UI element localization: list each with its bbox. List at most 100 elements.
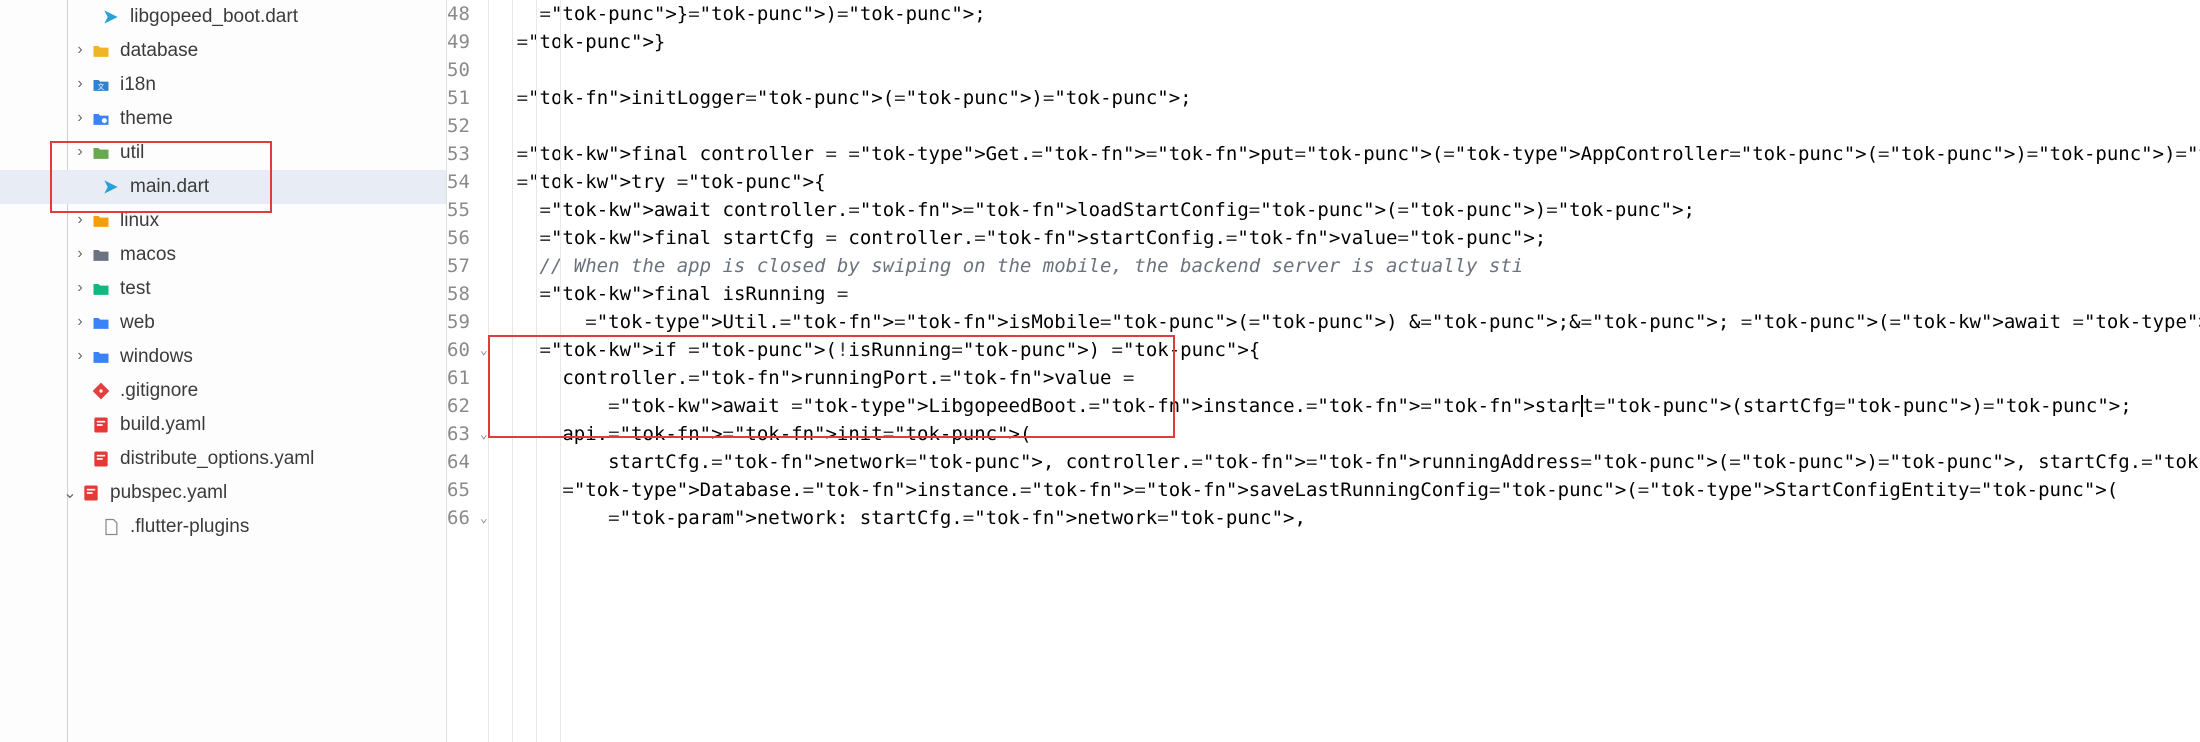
code-line[interactable]: ="tok-punc">}="tok-punc">)="tok-punc">; [488,0,2200,28]
tree-item--flutter-plugins[interactable]: .flutter-plugins [0,510,446,544]
yaml-icon [80,482,102,504]
fold-column[interactable]: ⌄ ⌄ ⌄ [480,0,488,742]
line-number-gutter: 48495051525354555657585960616263646566 [447,0,480,742]
indent-guide [536,0,537,742]
code-line[interactable]: ="tok-type">Database.="tok-fn">instance.… [488,476,2200,504]
code-content[interactable]: ="tok-punc">}="tok-punc">)="tok-punc">; … [488,0,2200,742]
line-number: 61 [447,364,470,392]
fold-toggle [480,280,488,308]
fold-toggle [480,196,488,224]
indent-guide [560,0,561,742]
line-number: 51 [447,84,470,112]
code-line[interactable]: ="tok-kw">if ="tok-punc">(!isRunning="to… [488,336,2200,364]
line-number: 66 [447,504,470,532]
folder-icon-macos [90,244,112,266]
tree-item-label: database [120,40,198,62]
code-line[interactable]: ="tok-fn">initLogger="tok-punc">(="tok-p… [488,84,2200,112]
line-number: 56 [447,224,470,252]
code-line[interactable]: ="tok-punc">} [488,28,2200,56]
yaml-icon [90,448,112,470]
code-line[interactable]: controller.="tok-fn">runningPort.="tok-f… [488,364,2200,392]
tree-item-linux[interactable]: › linux [0,204,446,238]
code-line[interactable]: ="tok-param">network: startCfg.="tok-fn"… [488,504,2200,532]
tree-item-distribute-options-yaml[interactable]: distribute_options.yaml [0,442,446,476]
folder-icon-windows [90,346,112,368]
fold-toggle[interactable]: ⌄ [480,336,488,364]
tree-item-windows[interactable]: ›windows [0,340,446,374]
folder-icon-test [90,278,112,300]
tree-item-i18n[interactable]: ›文i18n [0,68,446,102]
chevron-icon[interactable]: › [70,75,90,93]
tree-item-theme[interactable]: ›theme [0,102,446,136]
fold-toggle [480,476,488,504]
line-number: 59 [447,308,470,336]
folder-icon-theme [90,108,112,130]
line-number: 52 [447,112,470,140]
chevron-icon[interactable]: › [70,143,90,161]
fold-toggle [480,224,488,252]
folder-icon-linux [90,210,112,232]
code-line[interactable]: ="tok-kw">final startCfg = controller.="… [488,224,2200,252]
line-number: 48 [447,0,470,28]
tree-item-main-dart[interactable]: main.dart [0,170,446,204]
tree-item-libgopeed-boot-dart[interactable]: libgopeed_boot.dart [0,0,446,34]
code-line[interactable]: ="tok-kw">await ="tok-type">LibgopeedBoo… [488,392,2200,420]
chevron-icon[interactable]: › [70,41,90,59]
line-number: 58 [447,280,470,308]
line-number: 57 [447,252,470,280]
line-number: 62 [447,392,470,420]
folder-icon-util [90,142,112,164]
code-line[interactable]: ="tok-type">Util.="tok-fn">="tok-fn">isM… [488,308,2200,336]
line-number: 55 [447,196,470,224]
code-line[interactable] [488,112,2200,140]
tree-item-label: linux [120,210,159,232]
svg-text:文: 文 [98,82,105,91]
tree-item-label: .flutter-plugins [130,516,249,538]
folder-icon-yellow [90,40,112,62]
code-line[interactable]: startCfg.="tok-fn">network="tok-punc">, … [488,448,2200,476]
tree-item-label: macos [120,244,176,266]
code-line[interactable] [488,56,2200,84]
fold-toggle[interactable]: ⌄ [480,504,488,532]
chevron-icon[interactable]: › [70,109,90,127]
tree-item-test[interactable]: ›test [0,272,446,306]
line-number: 53 [447,140,470,168]
chevron-icon[interactable]: › [70,211,90,229]
fold-toggle[interactable]: ⌄ [480,420,488,448]
code-line[interactable]: ="tok-kw">await controller.="tok-fn">="t… [488,196,2200,224]
tree-item-label: build.yaml [120,414,206,436]
folder-icon-i18n: 文 [90,74,112,96]
code-line[interactable]: api.="tok-fn">="tok-fn">init="tok-punc">… [488,420,2200,448]
tree-item-label: web [120,312,155,334]
dart-icon [100,176,122,198]
tree-item-web[interactable]: › web [0,306,446,340]
chevron-icon[interactable]: › [70,313,90,331]
tree-item-label: .gitignore [120,380,198,402]
fold-toggle [480,392,488,420]
code-editor[interactable]: 48495051525354555657585960616263646566 ⌄… [447,0,2200,742]
folder-icon-web [90,312,112,334]
fold-toggle [480,28,488,56]
tree-item-util[interactable]: ›util [0,136,446,170]
fold-toggle [480,56,488,84]
tree-item-build-yaml[interactable]: build.yaml [0,408,446,442]
tree-item-macos[interactable]: › macos [0,238,446,272]
code-line[interactable]: ="tok-kw">try ="tok-punc">{ [488,168,2200,196]
tree-item--gitignore[interactable]: .gitignore [0,374,446,408]
dart-icon [100,6,122,28]
chevron-icon[interactable]: › [70,245,90,263]
chevron-icon[interactable]: › [70,347,90,365]
indent-guide [488,0,489,742]
line-number: 64 [447,448,470,476]
chevron-icon[interactable]: ⌄ [60,483,80,503]
file-explorer[interactable]: libgopeed_boot.dart›database›文i18n›theme… [0,0,447,742]
tree-item-pubspec-yaml[interactable]: ⌄pubspec.yaml [0,476,446,510]
tree-item-database[interactable]: › database [0,34,446,68]
code-line[interactable]: ="tok-kw">final controller = ="tok-type"… [488,140,2200,168]
line-number: 49 [447,28,470,56]
fold-toggle [480,448,488,476]
chevron-icon[interactable]: › [70,279,90,297]
code-line[interactable]: ="tok-kw">final isRunning = [488,280,2200,308]
code-line[interactable]: // When the app is closed by swiping on … [488,252,2200,280]
line-number: 54 [447,168,470,196]
